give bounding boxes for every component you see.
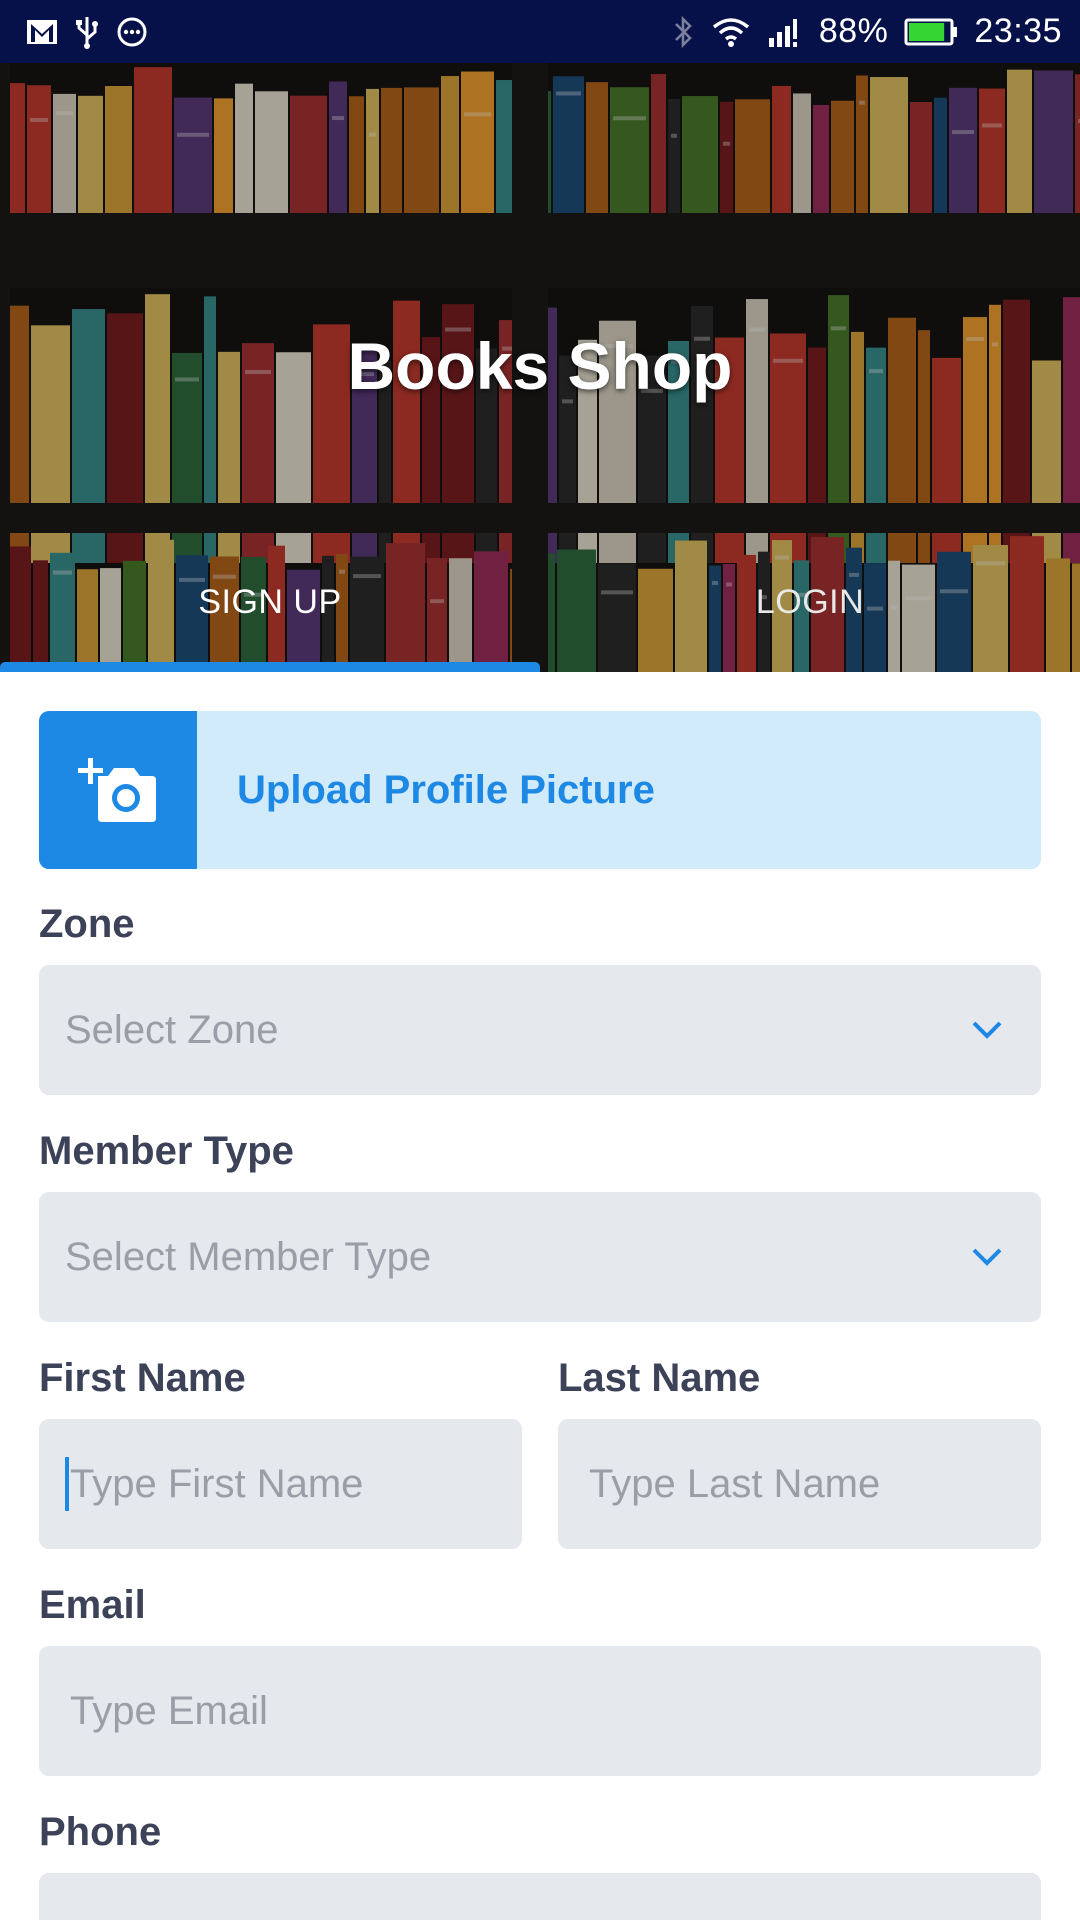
bluetooth-icon	[671, 12, 695, 52]
status-bar-right: 88% 23:35	[671, 12, 1062, 52]
first-name-field[interactable]: Type First Name	[39, 1419, 522, 1549]
zone-placeholder: Select Zone	[65, 1007, 279, 1052]
add-photo-icon	[78, 758, 156, 822]
member-type-select[interactable]: Select Member Type	[39, 1192, 1041, 1322]
member-type-label: Member Type	[39, 1129, 294, 1173]
chevron-down-icon	[972, 1248, 1002, 1266]
email-placeholder: Type Email	[70, 1688, 268, 1733]
battery-percent: 88%	[818, 12, 889, 50]
usb-icon	[74, 12, 100, 52]
zone-label: Zone	[39, 902, 135, 946]
email-field[interactable]: Type Email	[39, 1646, 1041, 1776]
chevron-down-icon	[972, 1021, 1002, 1039]
last-name-field[interactable]: Type Last Name	[558, 1419, 1041, 1549]
add-photo-icon-box	[39, 711, 197, 869]
clock: 23:35	[974, 12, 1062, 50]
phone-label: Phone	[39, 1810, 162, 1854]
first-name-placeholder: Type First Name	[70, 1461, 364, 1506]
wifi-icon	[711, 12, 751, 52]
phone-field[interactable]	[39, 1873, 1041, 1920]
signal-icon	[767, 12, 803, 52]
first-name-label: First Name	[39, 1356, 246, 1400]
email-label: Email	[39, 1583, 146, 1627]
member-type-placeholder: Select Member Type	[65, 1234, 432, 1279]
upload-profile-picture-button[interactable]: Upload Profile Picture	[39, 711, 1041, 869]
header-hero: Books Shop SIGN UP LOGIN	[0, 63, 1080, 672]
last-name-label: Last Name	[558, 1356, 761, 1400]
tab-login[interactable]: LOGIN	[540, 583, 1080, 622]
status-bar: 88% 23:35	[0, 0, 1080, 63]
zone-select[interactable]: Select Zone	[39, 965, 1041, 1095]
upload-label: Upload Profile Picture	[237, 767, 655, 812]
more-icon	[116, 12, 148, 52]
tab-sign-up[interactable]: SIGN UP	[0, 583, 540, 622]
app-title: Books Shop	[347, 329, 733, 403]
text-cursor	[65, 1457, 69, 1511]
gmail-icon	[26, 12, 58, 52]
battery-icon	[904, 12, 958, 52]
active-tab-indicator	[0, 662, 540, 672]
last-name-placeholder: Type Last Name	[589, 1461, 881, 1506]
status-bar-left	[26, 12, 148, 52]
